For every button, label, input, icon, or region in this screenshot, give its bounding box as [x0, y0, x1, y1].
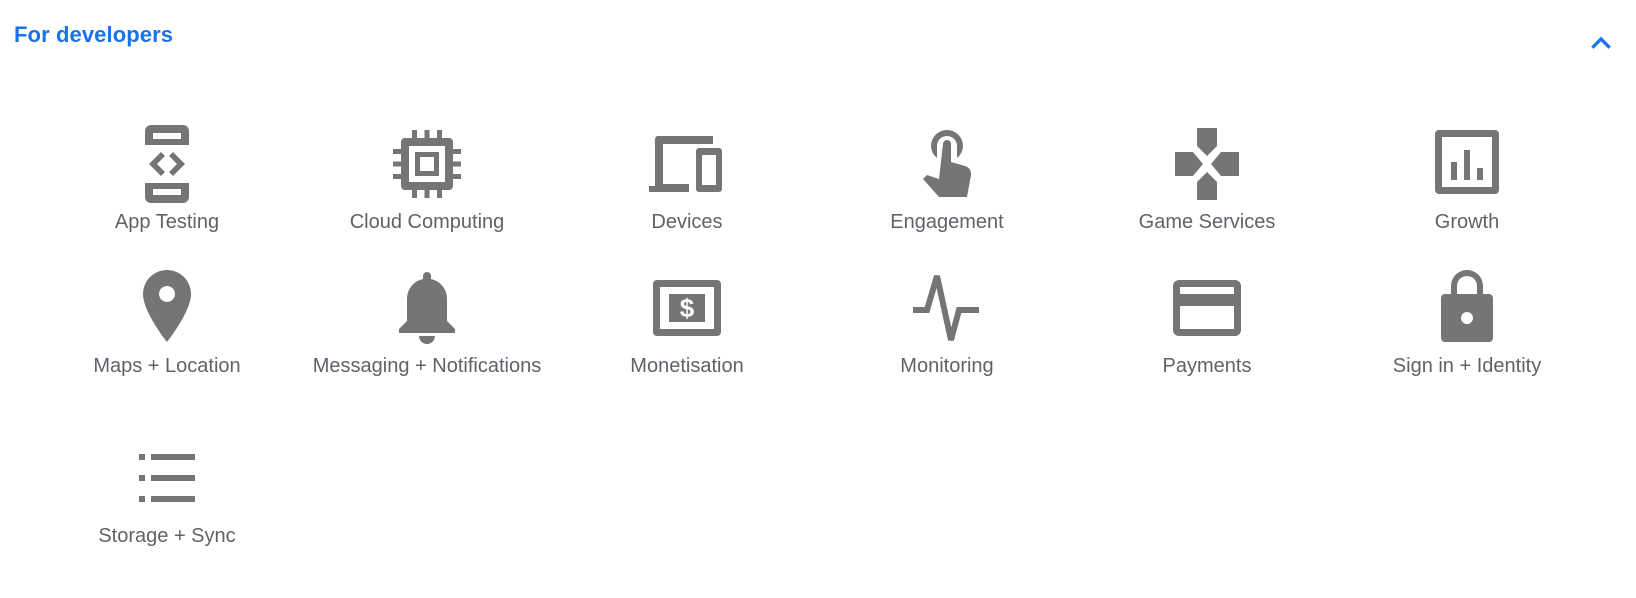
product-growth[interactable]: Growth: [1337, 124, 1597, 237]
product-label: Cloud Computing: [349, 211, 505, 233]
monitoring-icon: [907, 268, 987, 348]
product-devices[interactable]: Devices: [557, 124, 817, 237]
sign-in-identity-icon: [1427, 268, 1507, 348]
product-payments[interactable]: Payments: [1077, 268, 1337, 381]
product-label: Maps + Location: [93, 355, 241, 377]
product-game-services[interactable]: Game Services: [1077, 124, 1337, 237]
product-label: Monetisation: [630, 355, 744, 377]
for-developers-section: For developers App Testing Cloud Computi…: [0, 0, 1636, 598]
engagement-icon: [907, 124, 987, 204]
devices-icon: [647, 124, 727, 204]
product-label: App Testing: [114, 211, 220, 233]
monetisation-icon: $: [647, 268, 727, 348]
product-label: Messaging + Notifications: [312, 355, 542, 377]
product-label: Payments: [1162, 355, 1252, 377]
maps-location-icon: [127, 268, 207, 348]
product-label: Growth: [1434, 211, 1500, 233]
product-grid: App Testing Cloud Computing Devices Enga…: [37, 0, 1597, 598]
storage-sync-icon: [127, 438, 207, 518]
product-engagement[interactable]: Engagement: [817, 124, 1077, 237]
product-label: Engagement: [890, 211, 1004, 233]
product-maps-location[interactable]: Maps + Location: [37, 268, 297, 381]
app-testing-icon: [127, 124, 207, 204]
payments-icon: [1167, 268, 1247, 348]
game-services-icon: [1167, 124, 1247, 204]
product-sign-in-identity[interactable]: Sign in + Identity: [1337, 268, 1597, 381]
product-label: Monitoring: [900, 355, 994, 377]
product-label: Devices: [651, 211, 723, 233]
product-monitoring[interactable]: Monitoring: [817, 268, 1077, 381]
product-cloud-computing[interactable]: Cloud Computing: [297, 124, 557, 237]
product-label: Sign in + Identity: [1392, 355, 1542, 377]
product-messaging-notifications[interactable]: Messaging + Notifications: [297, 268, 557, 381]
product-label: Storage + Sync: [98, 525, 236, 547]
product-label: Game Services: [1138, 211, 1276, 233]
product-monetisation[interactable]: $ Monetisation: [557, 268, 817, 381]
cloud-computing-icon: [387, 124, 467, 204]
product-app-testing[interactable]: App Testing: [37, 124, 297, 237]
product-storage-sync[interactable]: Storage + Sync: [37, 438, 297, 551]
messaging-notifications-icon: [387, 268, 467, 348]
svg-text:$: $: [680, 293, 695, 323]
growth-icon: [1427, 124, 1507, 204]
